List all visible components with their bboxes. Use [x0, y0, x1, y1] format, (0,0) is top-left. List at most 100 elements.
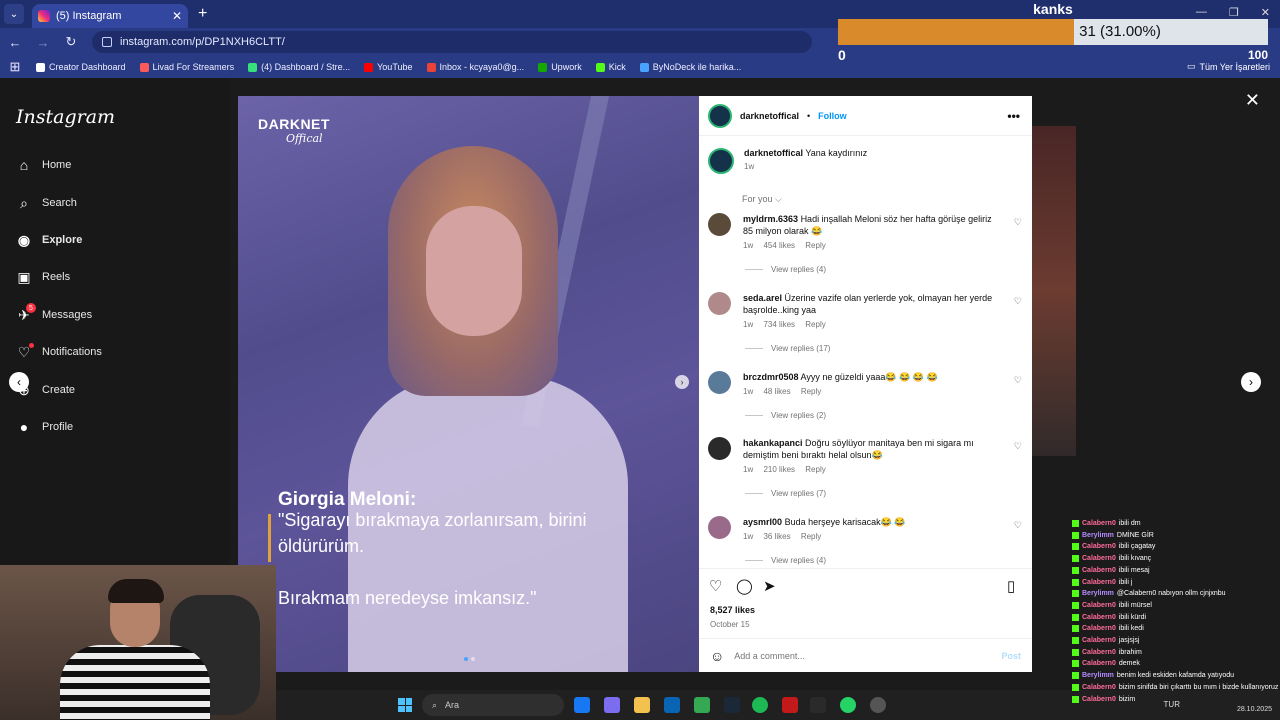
post-comment-button[interactable]: Post	[1001, 651, 1021, 661]
bookmark-label: YouTube	[377, 62, 413, 72]
comment-like-icon[interactable]: ♡	[1014, 441, 1022, 452]
next-post-button[interactable]: ›	[1241, 372, 1261, 392]
steam-icon[interactable]	[724, 697, 740, 713]
like-icon[interactable]: ♡	[709, 577, 722, 595]
comment-like-icon[interactable]: ♡	[1014, 217, 1022, 228]
comment-sort-dropdown[interactable]: For you ⌵	[742, 194, 782, 205]
emoji-icon[interactable]: ☺	[710, 648, 724, 664]
windows-start-icon[interactable]	[398, 698, 412, 712]
save-icon[interactable]: ▯	[1007, 577, 1015, 595]
commenter-avatar[interactable]	[708, 292, 731, 315]
reply-button[interactable]: Reply	[801, 387, 821, 396]
reply-button[interactable]: Reply	[805, 241, 825, 250]
chat-text: ibili mürsel	[1118, 601, 1152, 609]
bookmark-item[interactable]: (4) Dashboard / Stre...	[248, 62, 350, 72]
spotify-icon[interactable]	[752, 697, 768, 713]
previous-post-button[interactable]: ‹	[9, 372, 29, 392]
comment-input[interactable]	[734, 650, 992, 661]
file-explorer-icon[interactable]	[634, 697, 650, 713]
caption-username[interactable]: darknetoffical	[744, 148, 803, 158]
taskbar-search[interactable]: ⌕ Ara	[422, 694, 564, 716]
kick-badge-icon	[1072, 520, 1079, 527]
close-tab-icon[interactable]: ✕	[172, 9, 182, 23]
commenter-avatar[interactable]	[708, 437, 731, 460]
whatsapp-icon[interactable]	[840, 697, 856, 713]
view-replies-button[interactable]: View replies (7)	[745, 489, 826, 498]
netflix-icon[interactable]	[782, 697, 798, 713]
commenter-username[interactable]: seda.arel	[743, 293, 782, 303]
share-icon[interactable]: ➤	[763, 577, 776, 595]
sidebar-item-search[interactable]: ⌕ Search	[16, 195, 77, 211]
comment-text: Buda herşeye karisacak😂 😂	[784, 517, 906, 527]
commenter-username[interactable]: brczdmr0508	[743, 372, 799, 382]
comment-icon[interactable]: ◯	[736, 577, 753, 595]
copilot-icon[interactable]	[604, 697, 620, 713]
bookmark-item[interactable]: ByNoDeck ile harika...	[639, 62, 741, 72]
bookmark-item[interactable]: Creator Dashboard	[36, 62, 126, 72]
forward-icon[interactable]: →	[36, 35, 50, 50]
edge-icon[interactable]	[574, 697, 590, 713]
more-options-icon[interactable]: •••	[1007, 109, 1020, 123]
likes-count[interactable]: 8,527 likes	[710, 605, 755, 615]
apps-grid-icon[interactable]: ⊞	[8, 59, 22, 75]
bookmark-item[interactable]: YouTube	[364, 62, 413, 72]
view-replies-button[interactable]: View replies (17)	[745, 344, 830, 353]
commenter-avatar[interactable]	[708, 516, 731, 539]
instagram-logo[interactable]: Instagram	[16, 106, 115, 128]
back-icon[interactable]: ←	[8, 35, 22, 50]
carousel-next-icon[interactable]: ›	[675, 375, 689, 389]
close-modal-icon[interactable]: ✕	[1245, 90, 1260, 111]
bookmark-item[interactable]: Livad For Streamers	[139, 62, 234, 72]
comment-like-icon[interactable]: ♡	[1014, 375, 1022, 386]
comment-likes[interactable]: 48 likes	[763, 387, 790, 396]
commenter-avatar[interactable]	[708, 213, 731, 236]
comment-likes[interactable]: 734 likes	[763, 320, 795, 329]
bookmark-item[interactable]: Upwork	[538, 62, 582, 72]
sidebar-item-home[interactable]: ⌂ Home	[16, 157, 72, 173]
chat-text: bizim sinifda biri çıkarttı bu mım i biz…	[1118, 683, 1279, 691]
author-avatar[interactable]	[708, 103, 732, 128]
kick-badge-icon	[1072, 625, 1079, 633]
sidebar-item-profile[interactable]: ● Profile	[16, 419, 73, 435]
sidebar-item-messages[interactable]: ✈ 5 Messages	[16, 303, 92, 323]
reply-button[interactable]: Reply	[801, 532, 821, 541]
epic-games-icon[interactable]	[810, 697, 826, 713]
chrome-icon[interactable]	[694, 697, 710, 713]
store-icon[interactable]	[664, 697, 680, 713]
commenter-avatar[interactable]	[708, 371, 731, 394]
reply-button[interactable]: Reply	[805, 320, 825, 329]
chat-username: Calabern0	[1082, 683, 1116, 691]
author-username[interactable]: darknetoffical	[740, 111, 799, 121]
new-tab-button[interactable]: +	[198, 5, 207, 23]
comment-meta: 1w 454 likes Reply	[743, 240, 1003, 252]
browser-tab[interactable]: (5) Instagram ✕	[32, 4, 188, 28]
url-input[interactable]: instagram.com/p/DP1NXH6CLTT/	[92, 31, 812, 53]
obs-icon[interactable]	[870, 697, 886, 713]
commenter-username[interactable]: myldrm.6363	[743, 214, 798, 224]
commenter-username[interactable]: hakankapanci	[743, 438, 803, 448]
comment-like-icon[interactable]: ♡	[1014, 520, 1022, 531]
follow-button[interactable]: Follow	[818, 111, 847, 121]
commenter-username[interactable]: aysmrl00	[743, 517, 782, 527]
caption-avatar[interactable]	[708, 148, 734, 174]
bookmark-favicon-icon	[139, 62, 149, 72]
bookmark-item[interactable]: Kick	[595, 62, 626, 72]
comment-likes[interactable]: 454 likes	[763, 241, 795, 250]
comment-like-icon[interactable]: ♡	[1014, 296, 1022, 307]
sidebar-item-reels[interactable]: ▣ Reels	[16, 269, 70, 285]
sidebar-item-notifications[interactable]: ♡ Notifications	[16, 343, 102, 360]
reply-button[interactable]: Reply	[805, 465, 825, 474]
comment-likes[interactable]: 210 likes	[763, 465, 795, 474]
reload-icon[interactable]: ↻	[64, 34, 78, 50]
bookmark-item[interactable]: Inbox - kcyaya0@g...	[426, 62, 524, 72]
view-replies-button[interactable]: View replies (4)	[745, 556, 826, 565]
tab-search-button[interactable]: ⌄	[4, 4, 24, 24]
sidebar-item-explore[interactable]: ◉ Explore	[16, 232, 82, 248]
view-replies-button[interactable]: View replies (4)	[745, 265, 826, 274]
view-replies-button[interactable]: View replies (2)	[745, 411, 826, 420]
post-image[interactable]: DARKNET Offical Giorgia Meloni: "Sigaray…	[238, 96, 699, 672]
site-info-icon[interactable]	[102, 37, 112, 47]
kick-badge-icon	[1072, 660, 1079, 668]
chat-text: ibili kürdi	[1118, 613, 1147, 621]
comment-likes[interactable]: 36 likes	[763, 532, 790, 541]
